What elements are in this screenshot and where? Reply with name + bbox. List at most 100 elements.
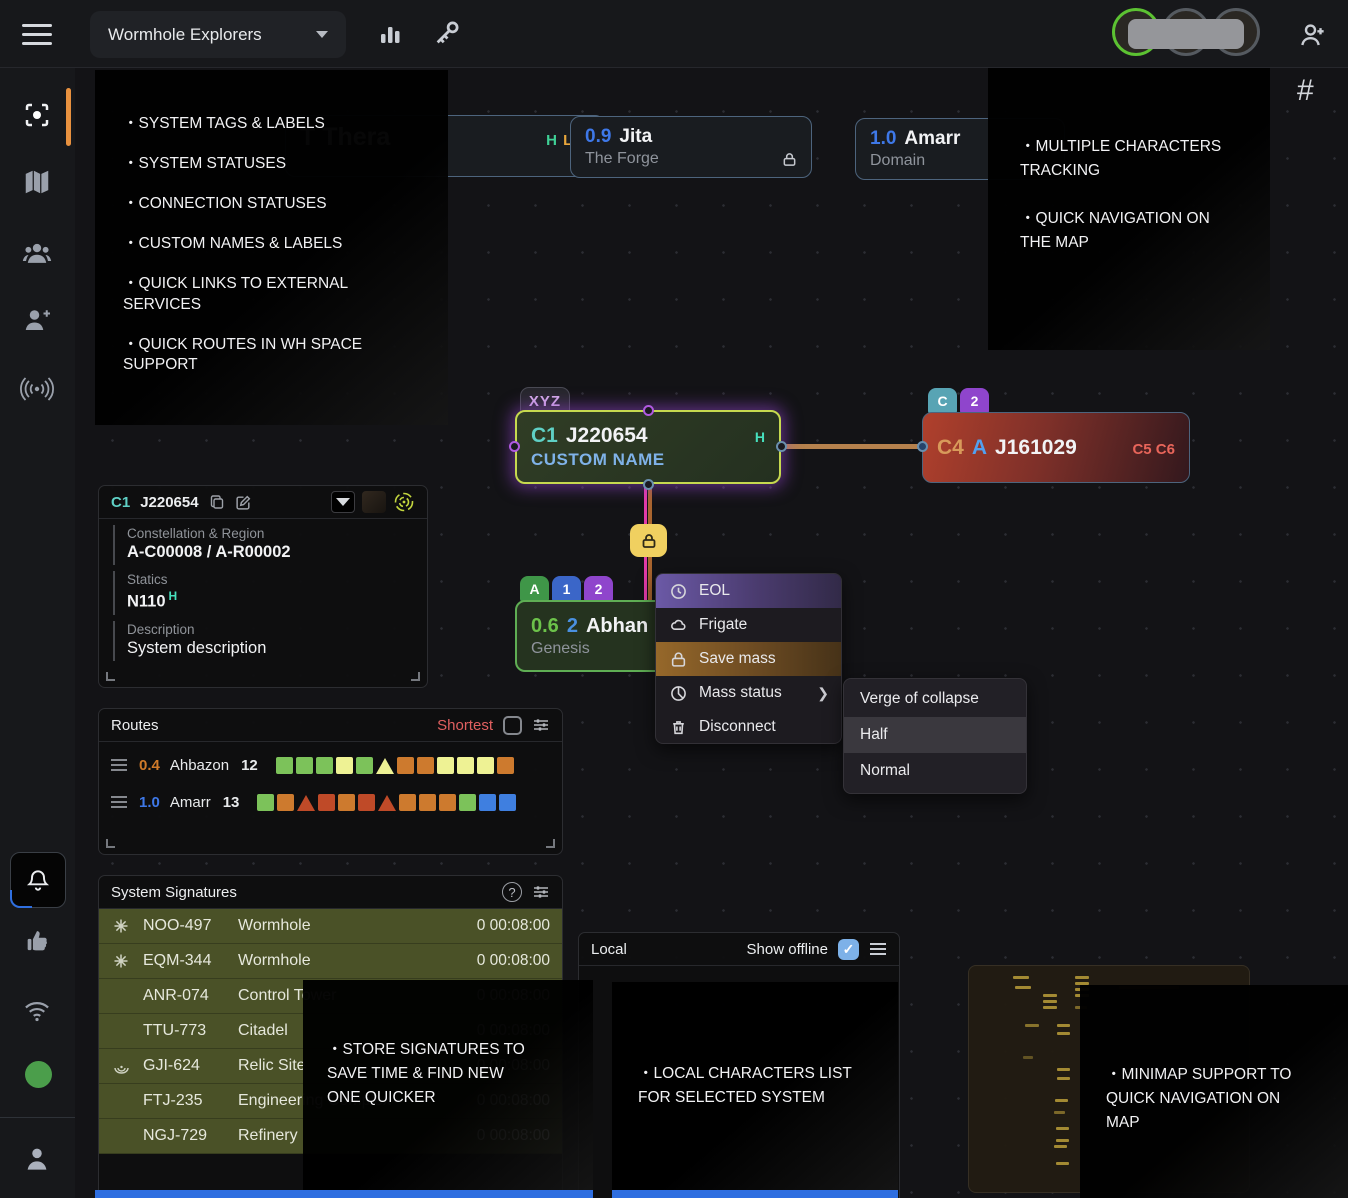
show-offline-checkbox[interactable]: ✓ <box>838 939 859 960</box>
signature-id: TTU-773 <box>143 1022 238 1040</box>
resize-handle[interactable] <box>546 839 555 848</box>
route-step-square <box>479 794 496 811</box>
submenu-item-normal[interactable]: Normal <box>844 753 1026 789</box>
focus-tracking-icon[interactable] <box>14 92 60 138</box>
resize-handle[interactable] <box>411 672 420 681</box>
route-step-square <box>477 757 494 774</box>
route-step-triangle <box>376 758 394 774</box>
resize-handle[interactable] <box>106 839 115 848</box>
submenu-item-verge-of-collapse[interactable]: Verge of collapse <box>844 681 1026 717</box>
local-callout: ・LOCAL CHARACTERS LIST FOR SELECTED SYST… <box>612 982 898 1198</box>
system-node-jita[interactable]: 0.9 Jita The Forge <box>570 116 812 178</box>
system-badge-a[interactable]: A <box>520 576 549 602</box>
map-icon[interactable] <box>14 159 60 205</box>
hash-shortcut-icon[interactable]: # <box>1297 74 1314 108</box>
menu-item-frigate[interactable]: Frigate <box>656 608 841 642</box>
menu-item-eol[interactable]: EOL <box>656 574 841 608</box>
shortest-checkbox[interactable] <box>503 716 522 735</box>
relic-site-icon <box>99 1059 143 1074</box>
menu-item-mass-status[interactable]: Mass status ❯ <box>656 676 841 710</box>
clock-icon <box>670 583 687 600</box>
notifications-button[interactable] <box>10 852 66 908</box>
menu-item-save-mass[interactable]: Save mass <box>656 642 841 676</box>
signature-row[interactable]: EQM-344 Wormhole 0 00:08:00 <box>99 944 562 979</box>
section-value: A-C00008 / A-R00002 <box>127 543 427 562</box>
system-badge-1[interactable]: 1 <box>552 576 581 602</box>
security-status: 1.0 <box>139 794 160 811</box>
statics-badge: H <box>755 429 765 445</box>
routes-panel: Routes Shortest 0.4 Ahbazon 12 1.0 Amarr… <box>98 708 563 855</box>
characters-group-icon[interactable] <box>14 230 60 276</box>
wormhole-connection[interactable] <box>781 444 924 449</box>
connection-endpoint[interactable] <box>917 441 928 452</box>
submenu-item-half[interactable]: Half <box>844 717 1026 753</box>
mass-gauge-icon <box>670 685 687 702</box>
route-row-ahbazon[interactable]: 0.4 Ahbazon 12 <box>99 751 562 779</box>
drag-handle-icon[interactable] <box>111 764 127 766</box>
security-status: 0.9 <box>585 126 611 148</box>
locate-target-icon[interactable] <box>393 491 415 513</box>
system-badge-2[interactable]: 2 <box>584 576 613 602</box>
route-step-square <box>459 794 476 811</box>
connection-endpoint[interactable] <box>643 405 654 416</box>
connection-endpoint[interactable] <box>776 441 787 452</box>
system-custom-name: CUSTOM NAME <box>531 450 665 469</box>
resize-handle[interactable] <box>106 672 115 681</box>
map-canvas[interactable]: T Thera H L N 0.9 Jita The Forge 1.0 Ama… <box>75 68 1348 1198</box>
map-selector-dropdown[interactable]: Wormhole Explorers <box>90 11 346 58</box>
menu-item-disconnect[interactable]: Disconnect <box>656 710 841 744</box>
redacted-name <box>1128 19 1244 49</box>
local-menu-icon[interactable] <box>869 942 887 956</box>
mass-locked-badge[interactable] <box>630 524 667 557</box>
add-character-sidebar-icon[interactable] <box>14 297 60 343</box>
system-badge-c[interactable]: C <box>928 388 957 414</box>
selection-edge <box>95 1190 593 1198</box>
add-character-icon[interactable] <box>1298 20 1328 50</box>
wormhole-class: C4 <box>937 436 964 460</box>
lock-icon <box>782 152 797 167</box>
thumbs-up-icon[interactable] <box>14 918 60 964</box>
system-badge-2[interactable]: 2 <box>960 388 989 414</box>
route-step-square <box>457 757 474 774</box>
route-destination: Amarr <box>170 794 211 811</box>
hamburger-menu-icon[interactable] <box>22 33 52 36</box>
info-section-constellation: Constellation & Region A-C00008 / A-R000… <box>113 525 427 565</box>
route-row-amarr[interactable]: 1.0 Amarr 13 <box>99 788 562 816</box>
signatures-settings-icon[interactable] <box>532 883 550 901</box>
route-path <box>257 794 516 811</box>
info-section-description: Description System description <box>113 621 427 661</box>
system-name: J220654 <box>140 494 198 511</box>
bell-icon <box>25 867 51 893</box>
rank-icon[interactable] <box>331 491 355 513</box>
broadcast-signal-icon[interactable] <box>14 366 60 412</box>
online-status-indicator[interactable] <box>25 1061 52 1088</box>
signature-row[interactable]: NOO-497 Wormhole 0 00:08:00 <box>99 909 562 944</box>
signature-timer: 0 00:08:00 <box>477 952 562 970</box>
profile-icon[interactable] <box>14 1136 60 1182</box>
drag-handle-icon[interactable] <box>111 801 127 803</box>
shortest-label: Shortest <box>437 717 493 734</box>
top-bar: Wormhole Explorers <box>0 0 1348 68</box>
statics-badges: C5 C6 <box>1132 441 1175 458</box>
access-key-icon[interactable] <box>432 18 462 48</box>
copy-icon[interactable] <box>209 494 225 510</box>
edit-icon[interactable] <box>235 494 252 511</box>
connection-endpoint[interactable] <box>643 479 654 490</box>
connection-endpoint[interactable] <box>509 441 520 452</box>
route-step-triangle <box>378 795 396 811</box>
jump-count: 12 <box>241 757 258 774</box>
character-avatar[interactable] <box>362 491 386 513</box>
system-node-j161029[interactable]: C4 A J161029 C5 C6 <box>922 412 1190 483</box>
chevron-right-icon: ❯ <box>817 685 829 702</box>
connection-status-icon[interactable] <box>14 988 60 1034</box>
system-name: Jita <box>619 126 652 148</box>
statistics-icon[interactable] <box>378 22 402 46</box>
sidebar-divider <box>0 1117 75 1118</box>
callout-line: ・QUICK ROUTES IN WH SPACE SUPPORT <box>123 335 424 377</box>
system-node-j220654[interactable]: C1 J220654 H CUSTOM NAME <box>515 410 781 484</box>
menu-item-label: Frigate <box>699 616 747 634</box>
wormhole-signature-icon <box>99 953 143 969</box>
system-name: J220654 <box>566 424 648 448</box>
help-icon[interactable]: ? <box>502 882 522 902</box>
routes-settings-icon[interactable] <box>532 716 550 734</box>
